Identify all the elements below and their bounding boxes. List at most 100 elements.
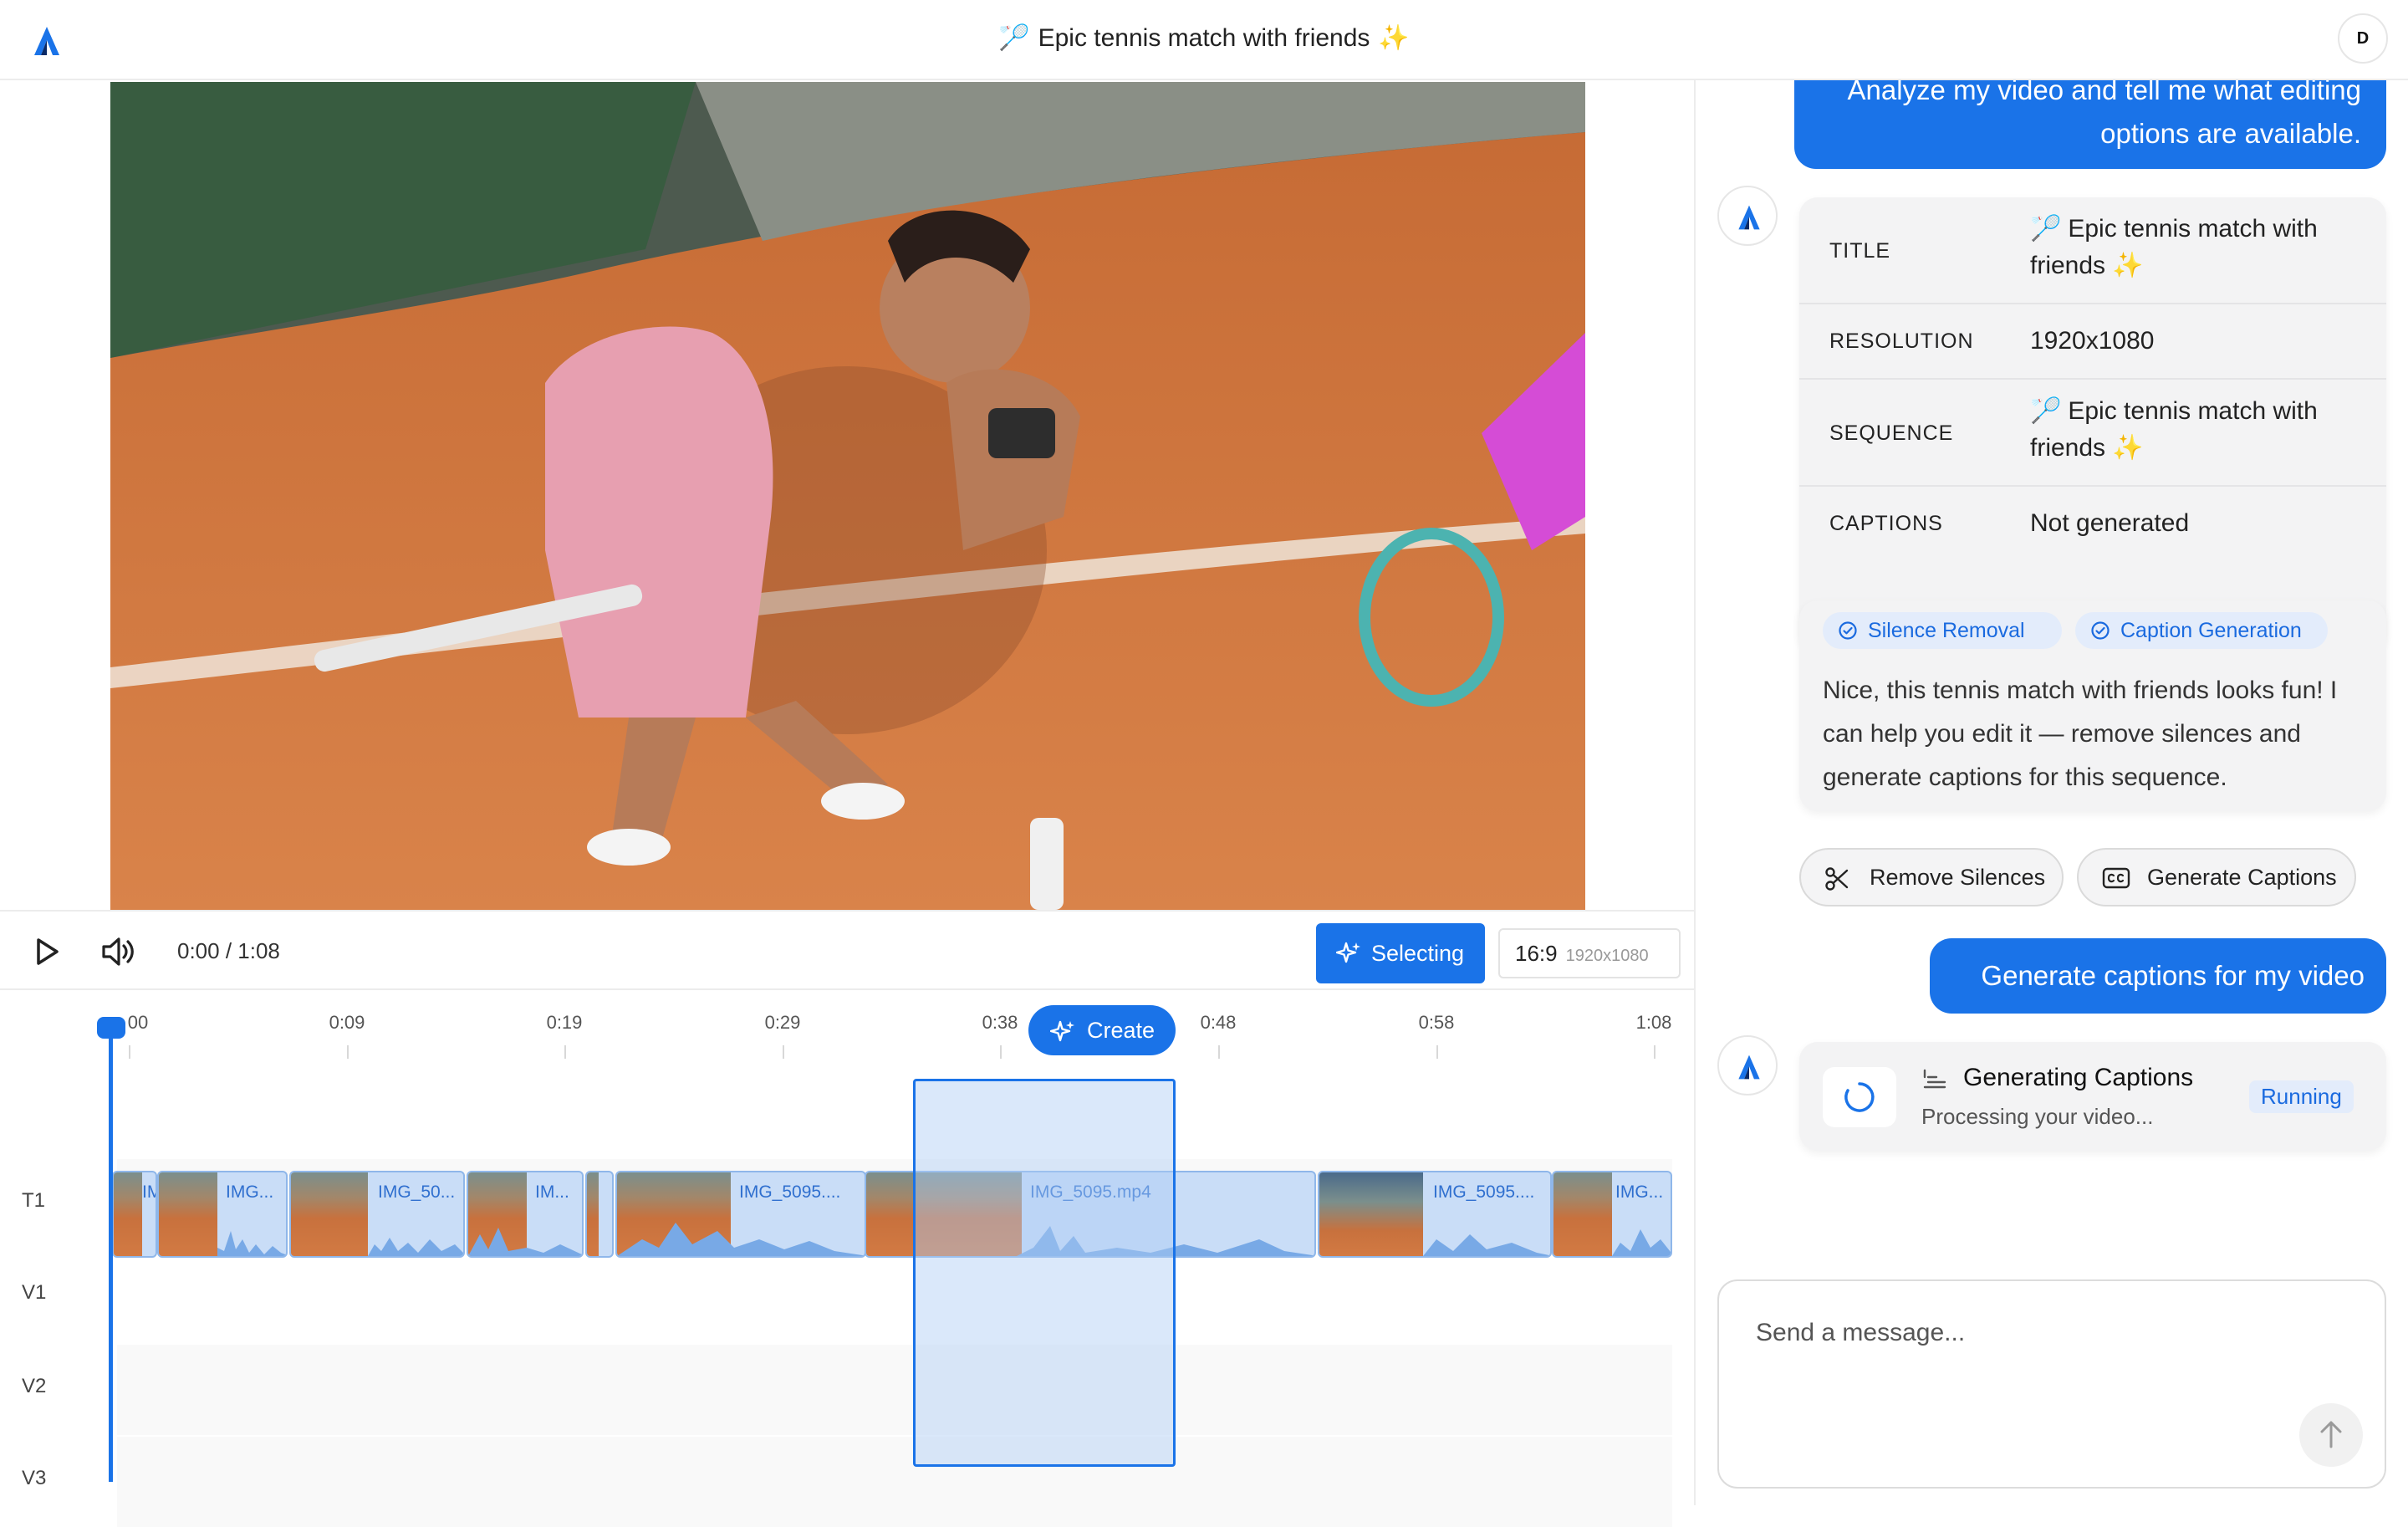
chat-pane: Analyze my video and tell me what editin… — [1697, 80, 2408, 1505]
tick-label: 0:38 — [982, 1012, 1018, 1033]
create-button[interactable]: Create — [1028, 1005, 1176, 1055]
tick-mark — [129, 1045, 130, 1059]
info-value: Not generated — [2030, 509, 2190, 537]
list-icon — [1923, 1069, 1946, 1089]
chip-label: Silence Removal — [1868, 619, 2025, 642]
video-preview[interactable] — [110, 82, 1585, 910]
info-row-sequence: SEQUENCE 🏸 Epic tennis match with friends… — [1799, 380, 2386, 487]
info-key: SEQUENCE — [1829, 421, 1954, 445]
task-subtitle: Processing your video... — [1921, 1104, 2154, 1129]
check-circle-icon — [2091, 621, 2110, 640]
tick-label: 0:19 — [546, 1012, 583, 1033]
playback-time: 0:00 / 1:08 — [177, 938, 280, 963]
tick-mark — [564, 1045, 566, 1059]
tick-mark — [347, 1045, 349, 1059]
clip-label: IMG... — [226, 1182, 274, 1202]
tick-label: 0:58 — [1418, 1012, 1455, 1033]
info-value: 🏸 Epic tennis match with friends ✨ — [2030, 215, 2318, 279]
info-key: TITLE — [1829, 239, 1891, 263]
selecting-button-label: Selecting — [1371, 941, 1465, 966]
chip-silence-removal[interactable]: Silence Removal — [1823, 612, 2062, 649]
chip-caption-generation[interactable]: Caption Generation — [2075, 612, 2328, 649]
info-key: RESOLUTION — [1829, 329, 1974, 353]
tick-label: 00 — [127, 1012, 149, 1033]
sparkle-icon — [1050, 1020, 1074, 1042]
play-icon[interactable] — [30, 935, 64, 968]
track-v3[interactable] — [117, 1437, 1672, 1527]
closed-captions-icon — [2102, 867, 2130, 889]
arrow-up-icon — [2320, 1421, 2342, 1448]
aspect-resolution: 1920x1080 — [1565, 947, 1649, 965]
info-key: CAPTIONS — [1829, 512, 1943, 535]
tick-label: 1:08 — [1635, 1012, 1672, 1033]
aspect-ratio-selector[interactable]: 16:9 1920x1080 — [1498, 928, 1681, 978]
assistant-message-card: Silence Removal Caption Generation Nice,… — [1799, 600, 2386, 811]
send-button[interactable] — [2299, 1403, 2363, 1467]
status-badge: Running — [2249, 1080, 2354, 1113]
track-label-v2: V2 — [22, 1375, 47, 1397]
check-circle-icon — [1839, 621, 1857, 640]
timeline-clip[interactable]: IMG... — [157, 1171, 288, 1258]
page-title: 🏸 Epic tennis match with friends ✨ — [0, 23, 2408, 53]
task-title: Generating Captions — [1963, 1064, 2194, 1091]
tick-label: 0:09 — [329, 1012, 365, 1033]
timeline-ruler[interactable]: 00 0:09 0:19 0:29 0:38 0:48 0:58 1:08 — [117, 992, 1672, 1067]
scissors-icon — [1825, 867, 1849, 891]
task-card: Generating Captions Processing your vide… — [1799, 1042, 2386, 1151]
message-composer — [1717, 1279, 2386, 1489]
tick-mark — [1000, 1045, 1002, 1059]
info-value: 1920x1080 — [2030, 327, 2155, 355]
user-message: Analyze my video and tell me what editin… — [1794, 80, 2386, 169]
track-label-v1: V1 — [22, 1281, 47, 1304]
track-label-v3: V3 — [22, 1467, 47, 1489]
clip-label: IMG_5095.... — [739, 1182, 841, 1202]
volume-icon[interactable] — [100, 935, 137, 968]
aspect-ratio-value: 16:9 — [1515, 941, 1558, 966]
playhead-line[interactable] — [109, 1030, 113, 1482]
message-input[interactable] — [1756, 1315, 2308, 1351]
timeline-clip[interactable]: IM — [112, 1171, 157, 1258]
user-avatar[interactable]: D — [2338, 13, 2388, 64]
timeline-clip[interactable] — [585, 1171, 614, 1258]
tick-mark — [1436, 1045, 1438, 1059]
user-message-text: Generate captions for my video — [1981, 960, 2365, 991]
timeline-clip[interactable]: IM... — [467, 1171, 584, 1258]
tick-mark — [783, 1045, 784, 1059]
assistant-message-text: Nice, this tennis match with friends loo… — [1823, 677, 2338, 791]
video-info-card: TITLE 🏸 Epic tennis match with friends ✨ R… — [1799, 197, 2386, 651]
clip-label: IMG... — [1615, 1182, 1664, 1202]
track-label-t1: T1 — [22, 1189, 46, 1212]
badminton-emoji: 🏸 — [998, 24, 1030, 52]
clip-label: IMG_5095.... — [1433, 1182, 1535, 1202]
action-label: Remove Silences — [1870, 865, 2046, 890]
info-row-resolution: RESOLUTION 1920x1080 — [1799, 304, 2386, 380]
selection-range[interactable] — [913, 1079, 1176, 1467]
timeline-clip[interactable]: IMG_5095.... — [615, 1171, 866, 1258]
user-message-text: Analyze my video and tell me what editin… — [1847, 80, 2362, 149]
spinner-icon — [1823, 1067, 1896, 1127]
timeline-clip[interactable]: IMG_5095.... — [1318, 1171, 1552, 1258]
app-header: 🏸 Epic tennis match with friends ✨ D — [0, 0, 2408, 80]
clip-label: IM — [142, 1182, 156, 1202]
remove-silences-button[interactable]: Remove Silences — [1799, 848, 2064, 906]
action-label: Generate Captions — [2147, 865, 2337, 890]
assistant-avatar-icon — [1717, 1035, 1778, 1095]
info-row-title: TITLE 🏸 Epic tennis match with friends ✨ — [1799, 197, 2386, 304]
timeline-clip[interactable]: IMG_50... — [289, 1171, 465, 1258]
chip-label: Caption Generation — [2120, 619, 2302, 642]
sparkle-emoji: ✨ — [1378, 24, 1410, 52]
track-v2[interactable] — [117, 1345, 1672, 1435]
user-message: Generate captions for my video — [1930, 938, 2386, 1014]
timeline-clip[interactable]: IMG... — [1552, 1171, 1672, 1258]
video-frame-image — [110, 82, 1585, 910]
tick-mark — [1654, 1045, 1656, 1059]
clip-label: IM... — [535, 1182, 569, 1202]
create-button-label: Create — [1087, 1018, 1156, 1043]
editor-pane: 0:00 / 1:08 Selecting 16:9 1920x1080 00 0… — [0, 80, 1696, 1527]
tick-label: 0:29 — [764, 1012, 801, 1033]
info-value: 🏸 Epic tennis match with friends ✨ — [2030, 397, 2318, 462]
generate-captions-button[interactable]: Generate Captions — [2077, 848, 2356, 906]
tick-label: 0:48 — [1200, 1012, 1237, 1033]
assistant-avatar-icon — [1717, 186, 1778, 246]
selecting-button[interactable]: Selecting — [1316, 923, 1485, 983]
